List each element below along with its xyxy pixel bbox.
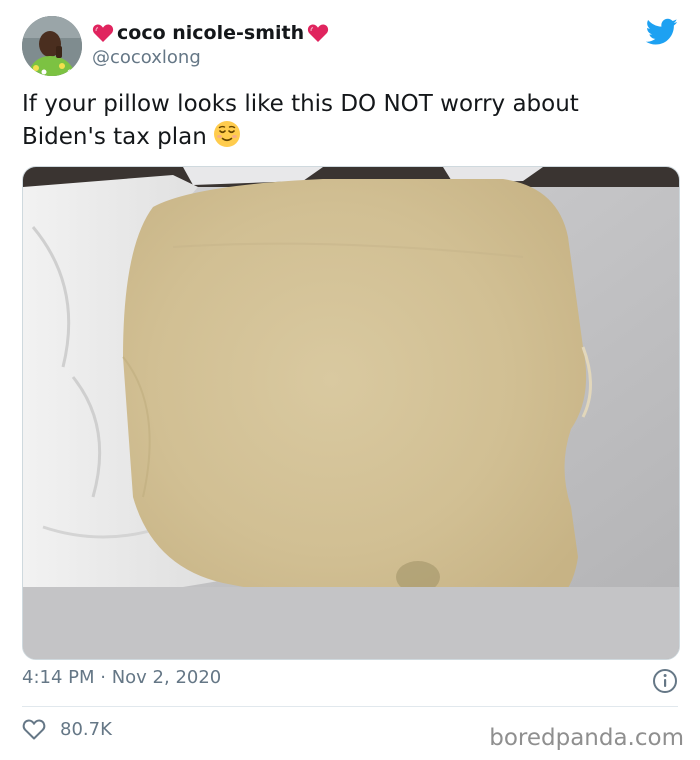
- divider: [22, 706, 678, 707]
- tweet-card: coco nicole-smith @cocoxlong If your pil…: [0, 0, 700, 760]
- tweet-text: If your pillow looks like this DO NOT wo…: [22, 88, 662, 157]
- display-name: coco nicole-smith: [117, 22, 305, 44]
- heart-icon: [307, 23, 329, 43]
- tweet-body: If your pillow looks like this DO NOT wo…: [22, 91, 579, 150]
- tweet-media-photo[interactable]: [22, 166, 680, 660]
- user-handle[interactable]: @cocoxlong: [92, 46, 201, 70]
- like-button[interactable]: 80.7K: [22, 718, 112, 740]
- tweet-date: Nov 2, 2020: [111, 667, 222, 688]
- watermark-text: boredpanda.com: [489, 725, 684, 751]
- twitter-bird-icon[interactable]: [645, 18, 678, 46]
- heart-outline-icon: [22, 718, 46, 740]
- tweet-timestamp[interactable]: 4:14 PM · Nov 2, 2020: [22, 665, 221, 691]
- tweet-time: 4:14 PM: [22, 667, 95, 688]
- heart-icon: [92, 23, 114, 43]
- display-name-row[interactable]: coco nicole-smith: [92, 20, 329, 46]
- timestamp-separator: ·: [94, 667, 112, 688]
- avatar[interactable]: [22, 16, 82, 76]
- info-icon[interactable]: [652, 668, 678, 694]
- like-count: 80.7K: [60, 718, 112, 740]
- relieved-face-emoji: [213, 120, 241, 157]
